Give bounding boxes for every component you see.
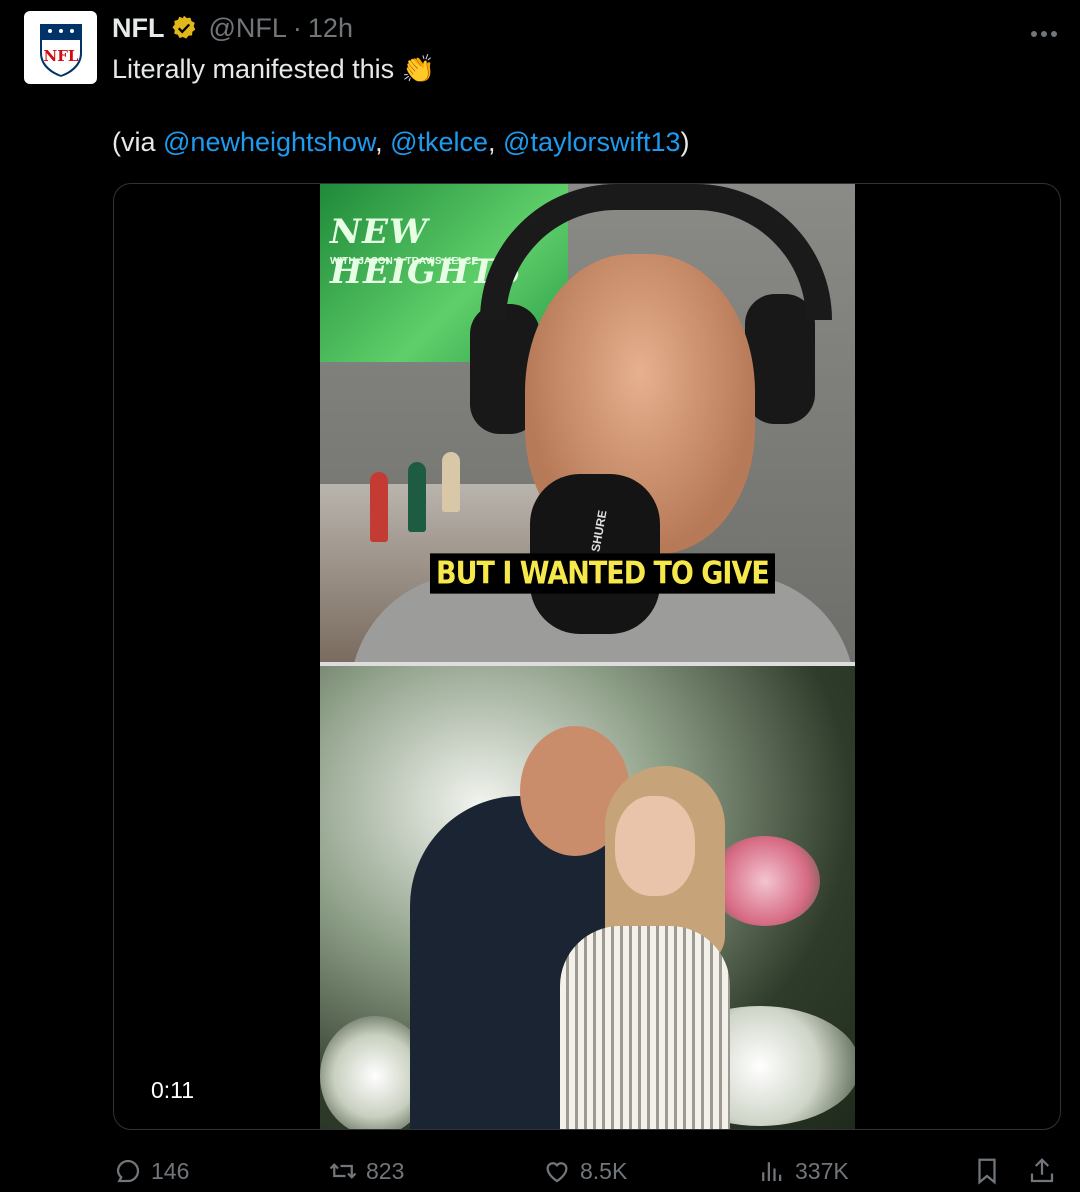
bobblehead: [370, 472, 388, 542]
mic-brand: SHURE: [588, 509, 610, 553]
share-button[interactable]: [1027, 1152, 1065, 1190]
repost-count: 823: [366, 1157, 405, 1184]
woman-dress: [560, 926, 730, 1129]
repost-button[interactable]: 823: [328, 1152, 404, 1190]
views-count: 337K: [795, 1157, 849, 1184]
svg-text:NFL: NFL: [43, 47, 78, 65]
tweet-header: NFL @NFL · 12h: [112, 12, 353, 44]
video-frame[interactable]: NEW HEIGHTS WITH JASON & TRAVIS KELCE SH…: [320, 184, 855, 1129]
reply-button[interactable]: 146: [113, 1152, 189, 1190]
video-caption: BUT I WANTED TO GIVE: [430, 553, 775, 594]
views-icon: [762, 1162, 782, 1181]
woman-face: [615, 796, 695, 896]
nfl-shield-logo: NFL: [37, 21, 84, 79]
more-icon[interactable]: [1030, 14, 1058, 46]
flower-arrangement: [710, 836, 820, 926]
timestamp[interactable]: 12h: [308, 13, 353, 44]
bookmark-icon: [978, 1158, 996, 1185]
reply-icon: [116, 1159, 140, 1183]
mention-newheightshow[interactable]: @newheightshow: [163, 127, 375, 157]
verified-badge-icon[interactable]: [170, 14, 198, 42]
video-garden-scene: [320, 666, 855, 1129]
repost-icon: [329, 1163, 357, 1179]
video-podcast-scene: NEW HEIGHTS WITH JASON & TRAVIS KELCE SH…: [320, 184, 855, 662]
comma: ,: [488, 127, 504, 157]
reply-count: 146: [151, 1157, 190, 1184]
action-bar: 146 823 8.5K 337K: [0, 1152, 1080, 1192]
credit-prefix: (via: [112, 127, 164, 157]
comma: ,: [375, 127, 391, 157]
share-icon: [1030, 1158, 1054, 1183]
like-icon: [546, 1162, 568, 1183]
tweet-text: Literally manifested this 👏: [112, 53, 435, 85]
mention-tkelce[interactable]: @tkelce: [390, 127, 488, 157]
poster-subtitle: WITH JASON & TRAVIS KELCE: [330, 256, 479, 267]
clapping-emoji: 👏: [401, 54, 436, 84]
mention-taylorswift13[interactable]: @taylorswift13: [503, 127, 680, 157]
views-button[interactable]: 337K: [757, 1152, 849, 1190]
avatar[interactable]: NFL: [24, 11, 97, 84]
separator-dot: ·: [292, 12, 302, 43]
tweet-credit: (via @newheightshow, @tkelce, @taylorswi…: [112, 127, 690, 158]
author-name[interactable]: NFL: [112, 13, 164, 44]
bobblehead: [408, 462, 426, 532]
like-button[interactable]: 8.5K: [542, 1152, 627, 1190]
author-handle[interactable]: @NFL: [208, 13, 286, 44]
video-duration: 0:11: [151, 1077, 195, 1103]
tweet-text-line1: Literally manifested this: [112, 54, 395, 84]
credit-suffix: ): [680, 127, 690, 157]
bookmark-button[interactable]: [972, 1152, 1010, 1190]
like-count: 8.5K: [580, 1157, 628, 1184]
bobblehead: [442, 452, 460, 512]
video-player[interactable]: NEW HEIGHTS WITH JASON & TRAVIS KELCE SH…: [113, 183, 1061, 1130]
